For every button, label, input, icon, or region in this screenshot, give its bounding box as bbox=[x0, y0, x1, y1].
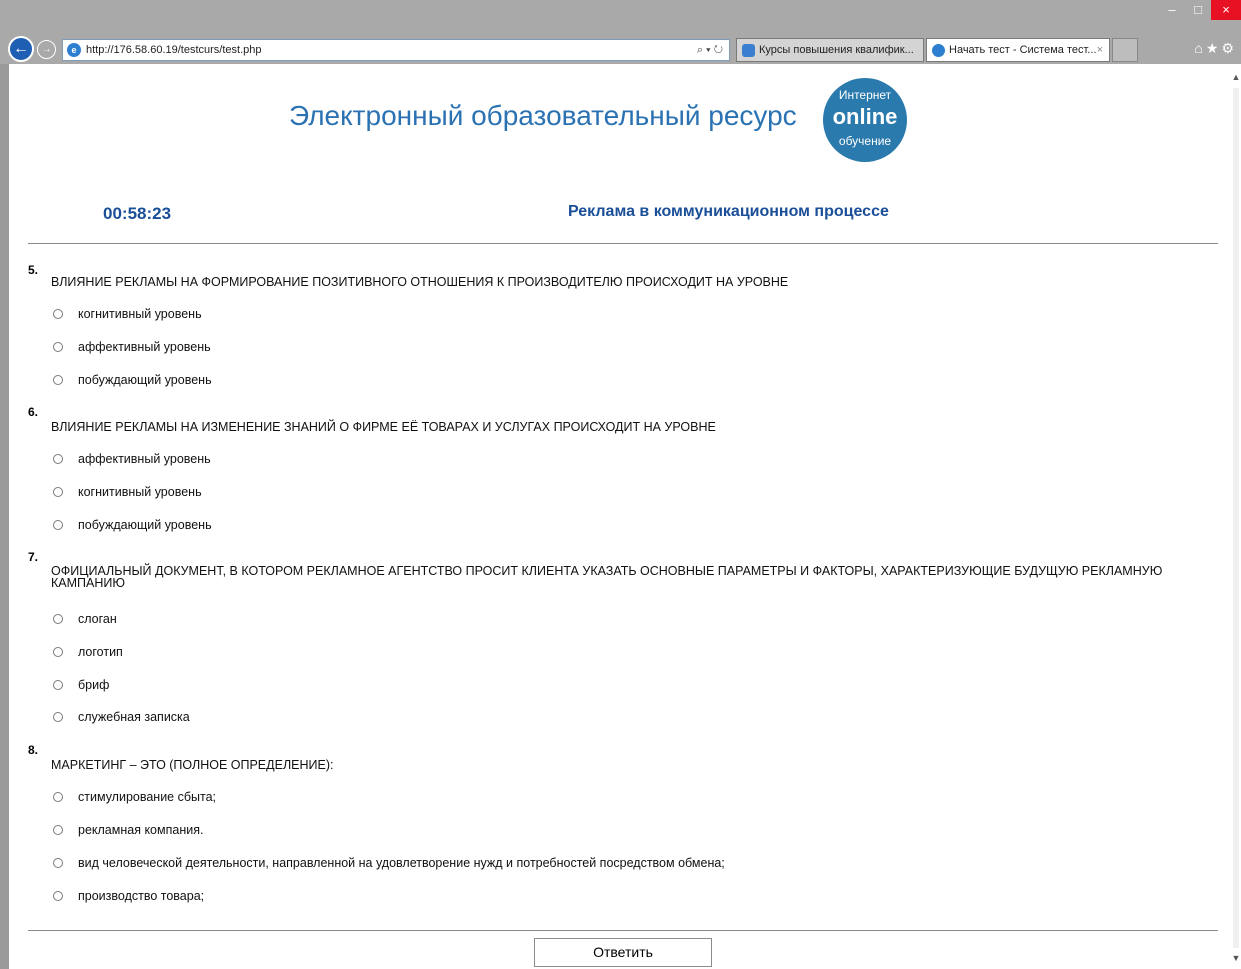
scroll-down-icon[interactable]: ▼ bbox=[1231, 953, 1241, 967]
logo-line-2: online bbox=[832, 104, 898, 129]
answer-option[interactable]: аффективный уровень bbox=[53, 339, 211, 355]
tab-start-test[interactable]: Начать тест - Система тест... × bbox=[926, 38, 1110, 62]
question-number: 7. bbox=[28, 550, 39, 564]
radio-button[interactable] bbox=[53, 375, 63, 385]
answer-option[interactable]: вид человеческой деятельности, направлен… bbox=[53, 855, 725, 871]
option-label: вид человеческой деятельности, направлен… bbox=[78, 856, 725, 870]
option-label: логотип bbox=[78, 645, 123, 659]
close-window-button[interactable]: × bbox=[1211, 0, 1241, 20]
option-label: стимулирование сбыта; bbox=[78, 790, 217, 804]
answer-option[interactable]: побуждающий уровень bbox=[53, 372, 212, 388]
bottom-divider bbox=[28, 930, 1218, 931]
option-label: аффективный уровень bbox=[78, 340, 211, 354]
minimize-button[interactable]: – bbox=[1159, 0, 1185, 20]
option-label: слоган bbox=[78, 612, 117, 626]
answer-option[interactable]: производство товара; bbox=[53, 888, 204, 904]
page-content: Электронный образовательный ресурс Интер… bbox=[9, 64, 1231, 969]
radio-button[interactable] bbox=[53, 680, 63, 690]
question-text: ОФИЦИАЛЬНЫЙ ДОКУМЕНТ, В КОТОРОМ РЕКЛАМНО… bbox=[51, 564, 1163, 590]
radio-button[interactable] bbox=[53, 712, 63, 722]
question-text: ВЛИЯНИЕ РЕКЛАМЫ НА ИЗМЕНЕНИЕ ЗНАНИЙ О ФИ… bbox=[51, 420, 716, 434]
vertical-scrollbar[interactable]: ▲ ▼ bbox=[1231, 64, 1241, 969]
radio-button[interactable] bbox=[53, 647, 63, 657]
option-label: когнитивный уровень bbox=[78, 485, 202, 499]
radio-button[interactable] bbox=[53, 487, 63, 497]
option-label: служебная записка bbox=[78, 710, 190, 724]
left-frame-border bbox=[0, 64, 9, 969]
favorites-star-icon[interactable]: ★ bbox=[1206, 40, 1222, 56]
tab-label: Курсы повышения квалифик... bbox=[759, 44, 914, 56]
top-divider bbox=[28, 243, 1218, 244]
answer-option[interactable]: служебная записка bbox=[53, 709, 190, 725]
search-refresh-icon[interactable]: ⌕ ▾ ↻ bbox=[697, 44, 723, 57]
radio-button[interactable] bbox=[53, 891, 63, 901]
home-icon[interactable]: ⌂ bbox=[1194, 40, 1205, 56]
radio-button[interactable] bbox=[53, 825, 63, 835]
radio-button[interactable] bbox=[53, 342, 63, 352]
tab-courses[interactable]: Курсы повышения квалифик... bbox=[736, 38, 924, 62]
option-label: бриф bbox=[78, 678, 110, 692]
toolbar-icons: ⌂★⚙ bbox=[1194, 40, 1237, 57]
scrollbar-thumb[interactable] bbox=[1233, 88, 1239, 948]
answer-option[interactable]: логотип bbox=[53, 644, 123, 660]
window-controls: – □ × bbox=[1159, 0, 1241, 26]
question-number: 5. bbox=[28, 263, 39, 277]
radio-button[interactable] bbox=[53, 309, 63, 319]
back-button[interactable]: ← bbox=[8, 36, 34, 62]
option-label: побуждающий уровень bbox=[78, 373, 212, 387]
logo-line-1: Интернет bbox=[838, 88, 892, 102]
option-label: побуждающий уровень bbox=[78, 518, 212, 532]
answer-option[interactable]: рекламная компания. bbox=[53, 822, 203, 838]
submit-answer-button[interactable]: Ответить bbox=[534, 938, 712, 967]
answer-option[interactable]: когнитивный уровень bbox=[53, 484, 202, 500]
question-number: 8. bbox=[28, 743, 39, 757]
maximize-button[interactable]: □ bbox=[1185, 0, 1211, 20]
settings-gear-icon[interactable]: ⚙ bbox=[1221, 40, 1237, 56]
option-label: когнитивный уровень bbox=[78, 307, 202, 321]
page-title: Электронный образовательный ресурс bbox=[289, 100, 797, 131]
question-text: МАРКЕТИНГ – ЭТО (ПОЛНОЕ ОПРЕДЕЛЕНИЕ): bbox=[51, 758, 334, 772]
option-label: рекламная компания. bbox=[78, 823, 204, 837]
answer-option[interactable]: когнитивный уровень bbox=[53, 306, 202, 322]
answer-option[interactable]: стимулирование сбыта; bbox=[53, 789, 216, 805]
answer-option[interactable]: аффективный уровень bbox=[53, 451, 211, 467]
close-tab-icon[interactable]: × bbox=[1097, 44, 1103, 56]
forward-button[interactable]: → bbox=[37, 40, 56, 59]
radio-button[interactable] bbox=[53, 454, 63, 464]
address-url[interactable]: http://176.58.60.19/testcurs/test.php bbox=[86, 44, 697, 56]
option-label: производство товара; bbox=[78, 889, 205, 903]
question-text: ВЛИЯНИЕ РЕКЛАМЫ НА ФОРМИРОВАНИЕ ПОЗИТИВН… bbox=[51, 275, 789, 289]
ie-favicon-icon bbox=[932, 43, 945, 57]
address-bar[interactable]: e http://176.58.60.19/testcurs/test.php … bbox=[62, 39, 730, 61]
tab-label: Начать тест - Система тест... bbox=[949, 44, 1097, 56]
online-learning-logo: Интернет online обучение bbox=[823, 78, 907, 162]
option-label: аффективный уровень bbox=[78, 452, 211, 466]
radio-button[interactable] bbox=[53, 614, 63, 624]
ie-page-icon: e bbox=[67, 43, 81, 57]
course-title: Реклама в коммуникационном процессе bbox=[568, 203, 889, 220]
answer-option[interactable]: слоган bbox=[53, 611, 117, 627]
radio-button[interactable] bbox=[53, 520, 63, 530]
logo-line-3: обучение bbox=[838, 134, 892, 148]
answer-option[interactable]: бриф bbox=[53, 677, 109, 693]
radio-button[interactable] bbox=[53, 858, 63, 868]
radio-button[interactable] bbox=[53, 792, 63, 802]
answer-option[interactable]: побуждающий уровень bbox=[53, 517, 212, 533]
site-favicon-icon bbox=[742, 43, 755, 57]
scroll-up-icon[interactable]: ▲ bbox=[1231, 72, 1241, 86]
countdown-timer: 00:58:23 bbox=[103, 204, 172, 223]
question-number: 6. bbox=[28, 405, 39, 419]
new-tab-button[interactable] bbox=[1112, 38, 1138, 62]
browser-chrome: – □ × ← → e http://176.58.60.19/testcurs… bbox=[0, 0, 1241, 64]
